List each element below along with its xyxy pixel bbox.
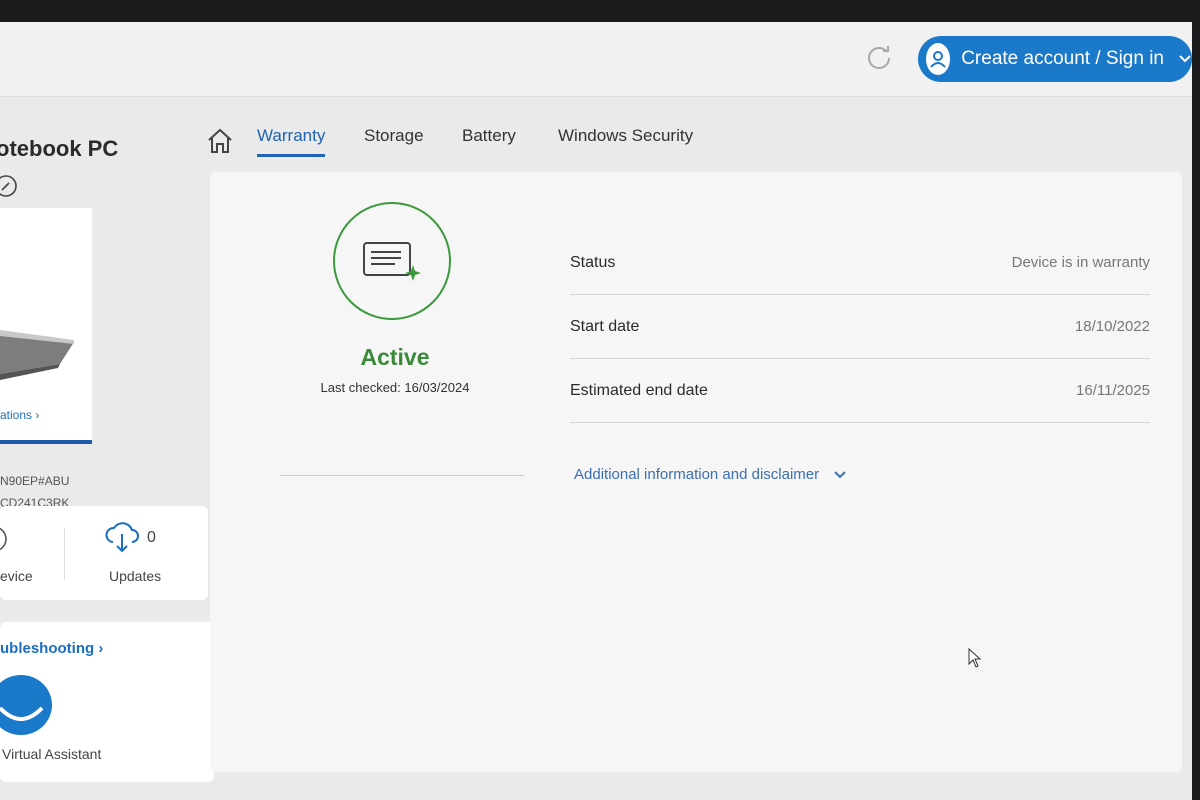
refresh-button[interactable] [864,42,894,72]
divider [280,475,524,476]
additional-info-toggle[interactable]: Additional information and disclaimer [574,466,847,483]
virtual-assistant-label[interactable]: Virtual Assistant [2,746,101,762]
product-number: N90EP#ABU [0,474,70,488]
active-tab-indicator [257,154,325,157]
create-account-sign-in-button[interactable]: Create account / Sign in [918,36,1192,82]
end-date-value: 16/11/2025 [1076,382,1150,399]
start-date-value: 18/10/2022 [1074,318,1150,335]
device-card: ations › [0,208,92,444]
last-checked: Last checked: 16/03/2024 [320,380,470,395]
mouse-cursor-icon [968,648,982,668]
warranty-panel: Active Last checked: 16/03/2024 Status D… [210,172,1182,772]
device-icon [0,527,7,551]
chevron-down-icon [1178,54,1192,64]
updates-count: 0 [147,529,156,546]
laptop-image [0,330,74,380]
start-date-row: Start date 18/10/2022 [570,296,1150,359]
start-date-label: Start date [570,318,640,335]
chevron-down-icon [834,470,846,478]
stat-divider [64,528,65,580]
status-row: Status Device is in warranty [570,232,1150,295]
troubleshooting-link[interactable]: ubleshooting › [0,640,103,657]
cloud-download-icon[interactable] [104,520,140,554]
warranty-status-ring [333,202,451,320]
refresh-icon [868,46,890,69]
tab-battery[interactable]: Battery [462,126,516,146]
additional-info-label: Additional information and disclaimer [574,466,820,483]
device-stat-label[interactable]: evice [0,568,33,584]
specifications-link[interactable]: ations › [0,408,39,422]
edit-icon[interactable] [0,174,18,198]
tab-warranty[interactable]: Warranty [257,126,325,146]
end-date-row: Estimated end date 16/11/2025 [570,360,1150,423]
status-label: Status [570,254,616,271]
tab-windows-security[interactable]: Windows Security [558,126,693,146]
troubleshooting-card: ubleshooting › Virtual Assistant [0,622,214,782]
device-name: otebook PC [0,136,119,161]
tab-storage[interactable]: Storage [364,126,424,146]
stats-card: evice 0 Updates [0,506,208,600]
app-window: Create account / Sign in otebook PC atio… [0,22,1192,800]
home-icon[interactable] [205,126,235,156]
virtual-assistant-icon[interactable] [0,672,56,738]
status-value: Device is in warranty [1011,254,1150,271]
warranty-status-word: Active [360,344,430,370]
title-bar: Create account / Sign in [0,22,1192,97]
updates-label[interactable]: Updates [109,568,161,584]
warranty-certificate-icon [363,242,421,281]
user-icon [926,43,951,75]
end-date-label: Estimated end date [570,382,708,399]
sign-in-label: Create account / Sign in [961,48,1164,69]
